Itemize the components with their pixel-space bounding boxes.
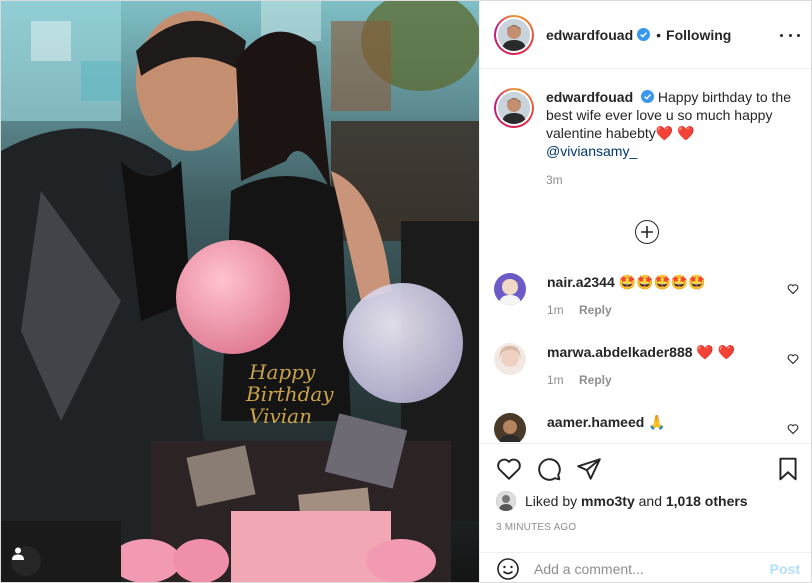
liker-username[interactable]: mmo3ty xyxy=(581,493,635,509)
svg-text:Birthday: Birthday xyxy=(245,382,334,406)
comment-text: aamer.hameed 🙏 xyxy=(547,413,799,431)
liker-avatar[interactable] xyxy=(496,491,516,511)
author-avatar[interactable] xyxy=(494,14,534,55)
comment-time[interactable]: 1m xyxy=(547,373,564,387)
verified-badge-icon xyxy=(637,28,651,41)
following-button[interactable]: Following xyxy=(666,27,731,43)
caption-hearts: ❤️ ❤️ xyxy=(655,125,695,141)
comment-meta: 1m Reply xyxy=(547,373,799,387)
profile-photo-icon xyxy=(494,413,526,442)
comment-item: nair.a2344 🤩🤩🤩🤩🤩 1m Reply xyxy=(494,273,799,317)
comment-item: marwa.abdelkader888 ❤️ ❤️ 1m Reply xyxy=(494,343,799,387)
post-actions-section: Liked by mmo3ty and 1,018 others 3 MINUT… xyxy=(480,443,811,582)
caption-author-username[interactable]: edwardfouad xyxy=(546,89,633,105)
reply-button[interactable]: Reply xyxy=(579,303,612,317)
likes-and: and xyxy=(638,493,662,509)
commenter-avatar[interactable] xyxy=(494,273,526,305)
caption-mention-link[interactable]: @viviansamy_ xyxy=(546,143,637,159)
commenter-username[interactable]: aamer.hameed xyxy=(547,414,644,430)
comment-text: marwa.abdelkader888 ❤️ ❤️ xyxy=(547,343,799,361)
post-photo[interactable]: Happy Birthday Vivian xyxy=(1,1,479,582)
commenter-username[interactable]: nair.a2344 xyxy=(547,274,615,290)
post-timestamp[interactable]: 3 MINUTES AGO xyxy=(496,522,576,533)
tagged-users-button[interactable] xyxy=(11,546,41,576)
post-modal: Happy Birthday Vivian edwardfouad • Foll… xyxy=(0,0,812,583)
likes-summary: Liked by mmo3ty and 1,018 others xyxy=(496,491,748,511)
commenter-username[interactable]: marwa.abdelkader888 xyxy=(547,344,693,360)
comment-bubble-icon[interactable] xyxy=(536,456,562,482)
comments-list[interactable]: edwardfouad Happy birthday to the best w… xyxy=(480,70,811,442)
load-more-comments-button[interactable] xyxy=(635,220,659,244)
commenter-avatar[interactable] xyxy=(494,413,526,442)
photo-illustration: Happy Birthday Vivian xyxy=(1,1,479,582)
post-side-panel: edwardfouad • Following edwardfouad Happ… xyxy=(479,1,811,582)
profile-photo-icon xyxy=(494,343,526,375)
profile-photo-icon xyxy=(496,491,516,511)
comment-meta: 1m Reply xyxy=(547,303,799,317)
comment-body: 🤩🤩🤩🤩🤩 xyxy=(618,274,706,290)
profile-photo-icon xyxy=(498,92,530,124)
like-comment-heart-icon[interactable] xyxy=(787,423,799,435)
profile-photo-icon xyxy=(494,273,526,305)
like-comment-heart-icon[interactable] xyxy=(787,353,799,365)
comment-composer: Post xyxy=(480,552,811,582)
caption-time[interactable]: 3m xyxy=(546,173,799,187)
emoji-smiley-icon[interactable] xyxy=(496,557,520,581)
likes-prefix: Liked by xyxy=(525,493,578,509)
reply-button[interactable]: Reply xyxy=(579,373,612,387)
caption-author-avatar[interactable] xyxy=(494,88,534,128)
separator-dot: • xyxy=(656,26,662,43)
plus-icon xyxy=(641,226,653,238)
user-icon xyxy=(12,547,24,560)
caption-text: edwardfouad Happy birthday to the best w… xyxy=(546,88,799,160)
like-heart-icon[interactable] xyxy=(496,456,522,482)
comment-item: aamer.hameed 🙏 xyxy=(494,413,799,442)
post-caption: edwardfouad Happy birthday to the best w… xyxy=(494,88,799,187)
cake-topper-text: Happy xyxy=(248,360,316,384)
comment-text: nair.a2344 🤩🤩🤩🤩🤩 xyxy=(547,273,799,291)
comment-body: ❤️ ❤️ xyxy=(696,344,736,360)
share-paper-plane-icon[interactable] xyxy=(576,456,602,482)
action-icons-row xyxy=(496,456,801,482)
comment-input[interactable] xyxy=(534,561,754,577)
svg-text:Vivian: Vivian xyxy=(249,404,312,428)
author-username[interactable]: edwardfouad xyxy=(546,27,633,43)
post-header: edwardfouad • Following xyxy=(480,1,811,69)
commenter-avatar[interactable] xyxy=(494,343,526,375)
more-options-icon[interactable] xyxy=(780,25,800,45)
like-comment-heart-icon[interactable] xyxy=(787,283,799,295)
comment-body: 🙏 xyxy=(648,414,666,430)
verified-badge-icon xyxy=(641,90,655,103)
post-comment-button[interactable]: Post xyxy=(770,561,800,577)
likes-others-count[interactable]: 1,018 others xyxy=(666,493,748,509)
profile-photo-icon xyxy=(498,18,530,51)
save-bookmark-icon[interactable] xyxy=(775,456,801,482)
comment-time[interactable]: 1m xyxy=(547,303,564,317)
